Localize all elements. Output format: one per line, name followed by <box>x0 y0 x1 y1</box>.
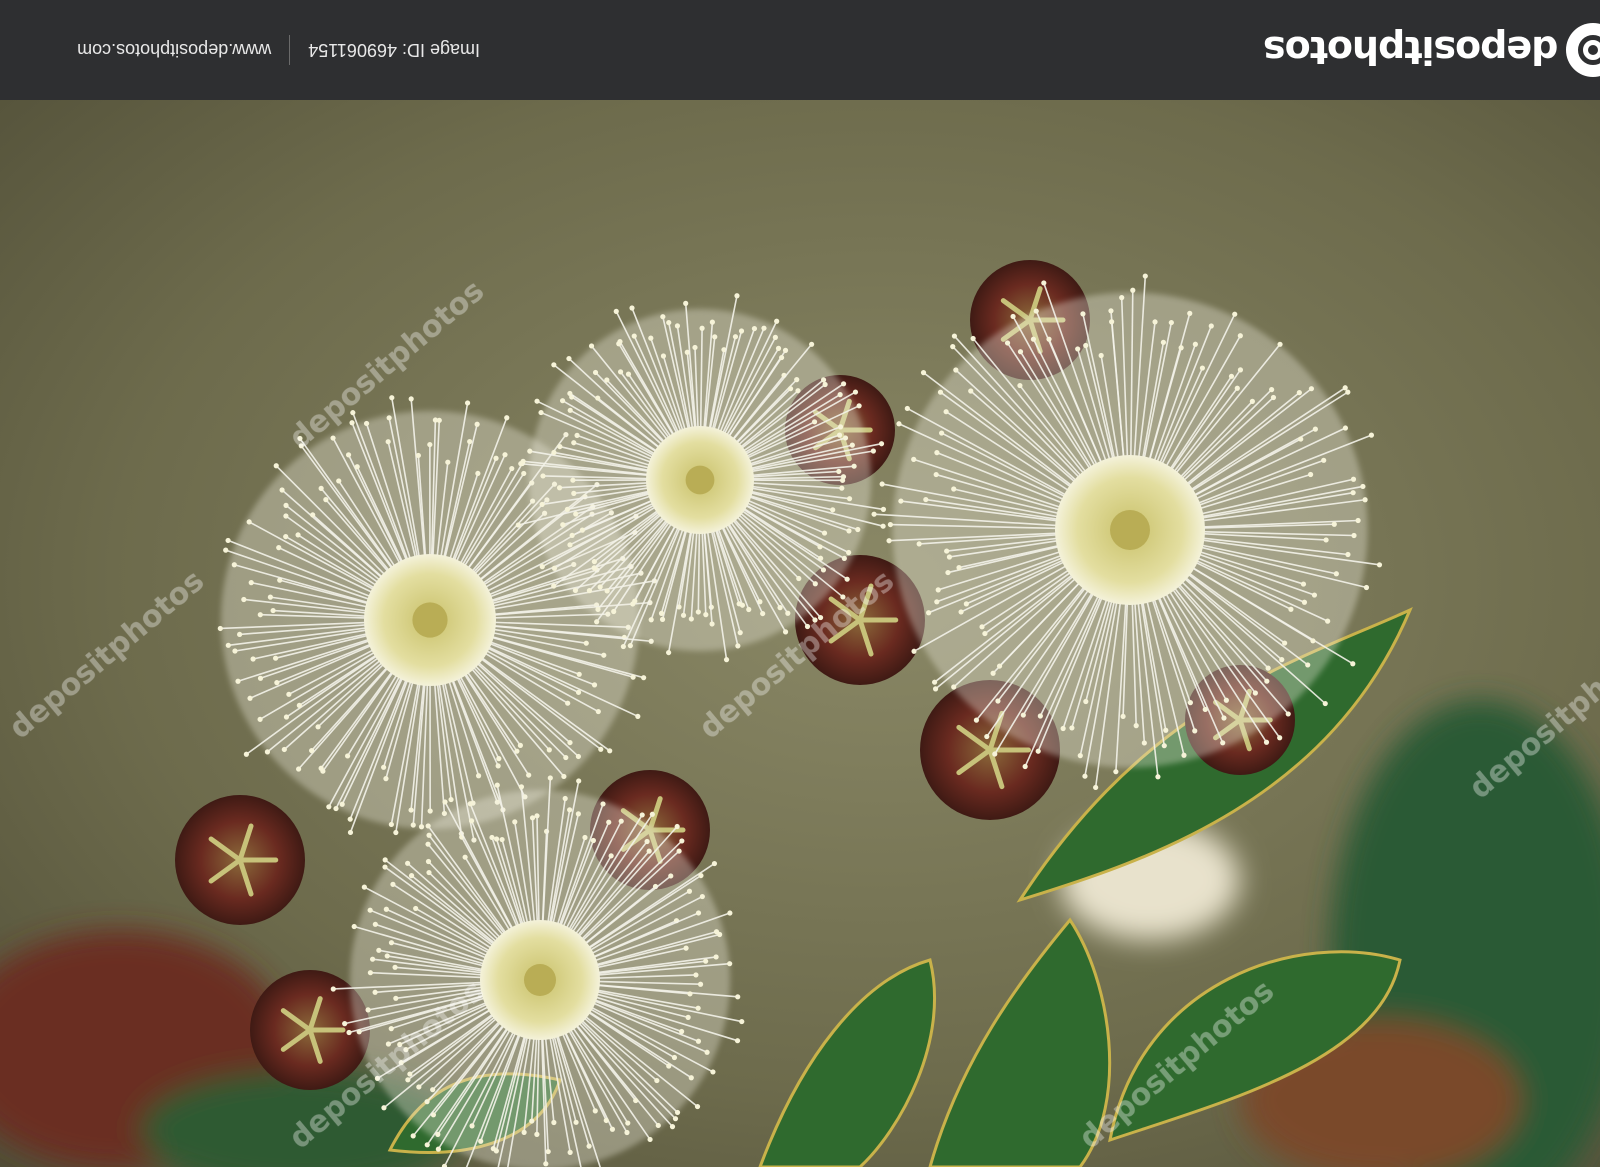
top-bar: Image ID: 469061154 www.depositphotos.co… <box>0 0 1600 100</box>
stock-photo: depositphotos depositphotos depositphotos d… <box>0 100 1600 1167</box>
camera-icon <box>1566 23 1600 77</box>
image-id-label: Image ID: 469061154 <box>308 40 480 61</box>
site-url-link[interactable]: www.depositphotos.com <box>77 40 271 61</box>
meta-divider <box>289 35 291 65</box>
photo-scene: depositphotosdepositphotosdepositphotosd… <box>0 100 1600 1167</box>
brand-logo-group[interactable]: depositphotos <box>1264 23 1600 77</box>
image-meta: Image ID: 469061154 www.depositphotos.co… <box>77 34 480 66</box>
brand-name: depositphotos <box>1264 28 1559 72</box>
bud-3 <box>175 795 305 925</box>
